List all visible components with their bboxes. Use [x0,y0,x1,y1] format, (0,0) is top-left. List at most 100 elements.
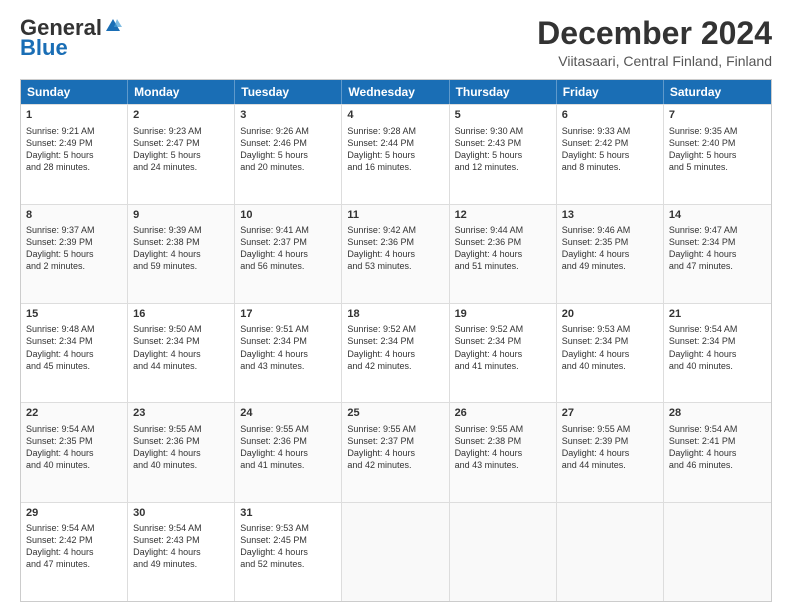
day-info-line: Daylight: 4 hours [347,348,443,360]
day-info-line: Daylight: 4 hours [669,348,766,360]
day-number-21: 21 [669,307,766,322]
day-info-line: and 49 minutes. [133,558,229,570]
day-info-line: Sunrise: 9:55 AM [455,423,551,435]
day-info-line: Daylight: 5 hours [347,149,443,161]
empty-cell [664,503,771,601]
day-cell-5: 5Sunrise: 9:30 AMSunset: 2:43 PMDaylight… [450,105,557,203]
day-cell-1: 1Sunrise: 9:21 AMSunset: 2:49 PMDaylight… [21,105,128,203]
day-number-14: 14 [669,208,766,223]
day-info-line: Sunset: 2:43 PM [455,137,551,149]
day-info-line: Sunrise: 9:26 AM [240,125,336,137]
day-info-line: Sunrise: 9:53 AM [562,323,658,335]
calendar: Sunday Monday Tuesday Wednesday Thursday… [20,79,772,602]
day-cell-23: 23Sunrise: 9:55 AMSunset: 2:36 PMDayligh… [128,403,235,501]
day-info-line: Daylight: 4 hours [669,248,766,260]
day-number-30: 30 [133,506,229,521]
day-number-28: 28 [669,406,766,421]
day-info-line: Sunset: 2:37 PM [347,435,443,447]
day-info-line: Sunset: 2:34 PM [669,335,766,347]
day-info-line: Sunset: 2:37 PM [240,236,336,248]
day-cell-2: 2Sunrise: 9:23 AMSunset: 2:47 PMDaylight… [128,105,235,203]
day-number-16: 16 [133,307,229,322]
week-row-5: 29Sunrise: 9:54 AMSunset: 2:42 PMDayligh… [21,502,771,601]
day-info-line: Daylight: 5 hours [133,149,229,161]
day-info-line: Daylight: 4 hours [133,447,229,459]
header: General Blue December 2024 Viitasaari, C… [20,16,772,69]
day-number-25: 25 [347,406,443,421]
day-info-line: Sunrise: 9:52 AM [455,323,551,335]
day-cell-20: 20Sunrise: 9:53 AMSunset: 2:34 PMDayligh… [557,304,664,402]
day-info-line: Sunset: 2:34 PM [347,335,443,347]
day-cell-30: 30Sunrise: 9:54 AMSunset: 2:43 PMDayligh… [128,503,235,601]
day-cell-12: 12Sunrise: 9:44 AMSunset: 2:36 PMDayligh… [450,205,557,303]
month-title: December 2024 [537,16,772,51]
day-info-line: Daylight: 4 hours [562,348,658,360]
weekday-wednesday: Wednesday [342,80,449,104]
day-cell-3: 3Sunrise: 9:26 AMSunset: 2:46 PMDaylight… [235,105,342,203]
day-number-23: 23 [133,406,229,421]
day-number-12: 12 [455,208,551,223]
day-cell-21: 21Sunrise: 9:54 AMSunset: 2:34 PMDayligh… [664,304,771,402]
day-info-line: Sunrise: 9:44 AM [455,224,551,236]
logo-blue: Blue [20,36,68,60]
day-info-line: and 2 minutes. [26,260,122,272]
location: Viitasaari, Central Finland, Finland [537,53,772,69]
day-info-line: Daylight: 5 hours [26,248,122,260]
day-info-line: Sunrise: 9:33 AM [562,125,658,137]
day-info-line: Sunset: 2:36 PM [455,236,551,248]
day-info-line: and 24 minutes. [133,161,229,173]
day-info-line: and 8 minutes. [562,161,658,173]
day-info-line: Daylight: 4 hours [455,248,551,260]
day-info-line: Sunset: 2:34 PM [562,335,658,347]
day-info-line: Sunset: 2:36 PM [133,435,229,447]
day-info-line: and 49 minutes. [562,260,658,272]
day-info-line: Daylight: 4 hours [347,248,443,260]
day-info-line: Daylight: 5 hours [562,149,658,161]
weekday-tuesday: Tuesday [235,80,342,104]
empty-cell [557,503,664,601]
day-cell-11: 11Sunrise: 9:42 AMSunset: 2:36 PMDayligh… [342,205,449,303]
day-number-7: 7 [669,108,766,123]
day-info-line: Daylight: 4 hours [562,248,658,260]
day-number-18: 18 [347,307,443,322]
day-info-line: Daylight: 4 hours [240,447,336,459]
day-info-line: and 43 minutes. [240,360,336,372]
day-number-17: 17 [240,307,336,322]
day-info-line: Daylight: 4 hours [240,248,336,260]
day-info-line: and 47 minutes. [669,260,766,272]
day-info-line: Sunset: 2:42 PM [562,137,658,149]
day-info-line: Daylight: 4 hours [347,447,443,459]
day-info-line: Sunrise: 9:55 AM [562,423,658,435]
day-info-line: Daylight: 5 hours [455,149,551,161]
day-number-3: 3 [240,108,336,123]
day-info-line: Sunset: 2:34 PM [455,335,551,347]
day-number-20: 20 [562,307,658,322]
day-info-line: Sunrise: 9:35 AM [669,125,766,137]
logo: General Blue [20,16,122,60]
day-info-line: Sunrise: 9:23 AM [133,125,229,137]
day-number-5: 5 [455,108,551,123]
day-info-line: Daylight: 4 hours [26,447,122,459]
day-info-line: Sunset: 2:34 PM [133,335,229,347]
weekday-monday: Monday [128,80,235,104]
day-cell-29: 29Sunrise: 9:54 AMSunset: 2:42 PMDayligh… [21,503,128,601]
day-cell-10: 10Sunrise: 9:41 AMSunset: 2:37 PMDayligh… [235,205,342,303]
day-info-line: Sunset: 2:34 PM [26,335,122,347]
day-info-line: and 5 minutes. [669,161,766,173]
day-info-line: Sunset: 2:42 PM [26,534,122,546]
day-info-line: Daylight: 4 hours [455,348,551,360]
day-cell-15: 15Sunrise: 9:48 AMSunset: 2:34 PMDayligh… [21,304,128,402]
day-info-line: Sunrise: 9:53 AM [240,522,336,534]
day-number-4: 4 [347,108,443,123]
week-row-1: 1Sunrise: 9:21 AMSunset: 2:49 PMDaylight… [21,104,771,203]
day-info-line: Daylight: 5 hours [669,149,766,161]
day-cell-25: 25Sunrise: 9:55 AMSunset: 2:37 PMDayligh… [342,403,449,501]
day-info-line: Sunset: 2:35 PM [26,435,122,447]
day-info-line: and 47 minutes. [26,558,122,570]
day-info-line: and 52 minutes. [240,558,336,570]
day-number-24: 24 [240,406,336,421]
day-cell-27: 27Sunrise: 9:55 AMSunset: 2:39 PMDayligh… [557,403,664,501]
day-number-15: 15 [26,307,122,322]
day-info-line: Sunrise: 9:52 AM [347,323,443,335]
day-cell-31: 31Sunrise: 9:53 AMSunset: 2:45 PMDayligh… [235,503,342,601]
